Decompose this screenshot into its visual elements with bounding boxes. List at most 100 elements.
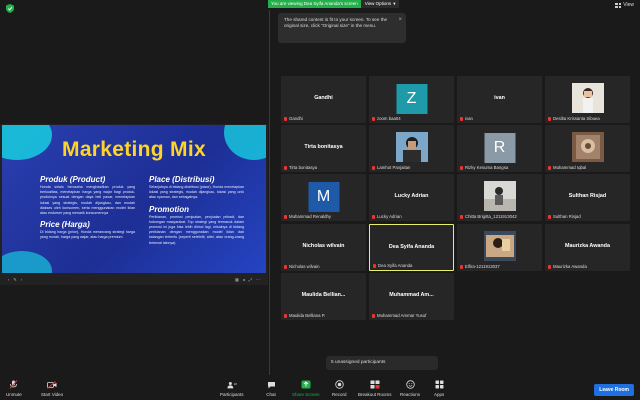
unmute-button[interactable]: Unmute	[6, 380, 22, 397]
participant-tile[interactable]: Lucky Adrian Lucky Adrian	[369, 174, 454, 221]
section-body: Selanjutnya di bidang distribusi (place)…	[149, 185, 244, 200]
close-icon[interactable]: ×	[398, 16, 402, 24]
section-body: Periklanan, promosi penjualan, penjualan…	[149, 214, 244, 245]
participant-tile[interactable]: Nicholas wilvain Nicholas wilvain	[281, 224, 366, 271]
share-screen-button[interactable]: Share Screen	[292, 380, 320, 397]
muted-microphone-icon	[372, 165, 375, 170]
participant-tile[interactable]: Sulthan Risjad Sulthan Risjad	[545, 174, 630, 221]
participant-tile[interactable]: Dea Syifa Ananda Dea Syifa Ananda	[369, 224, 454, 271]
muted-microphone-icon	[548, 264, 551, 269]
shield-icon[interactable]	[6, 4, 14, 13]
participant-name: ivan	[494, 95, 505, 101]
participant-label: Maurizka Awanda	[548, 264, 587, 269]
section-body: Honda selalu berusaha menghasilkan produ…	[40, 185, 135, 216]
participant-label-text: Gandhi	[289, 116, 303, 121]
grid-icon[interactable]: ▦	[235, 277, 239, 282]
breakout-rooms-button[interactable]: Breakout Rooms	[358, 380, 392, 397]
muted-microphone-icon	[284, 313, 287, 318]
chevron-down-icon: ▾	[393, 1, 396, 6]
breakout-rooms-label: Breakout Rooms	[358, 392, 392, 397]
participant-name: Tirta bonitasya	[304, 144, 343, 150]
muted-microphone-icon	[460, 214, 463, 219]
more-icon[interactable]: ⋯	[256, 277, 260, 282]
muted-microphone-icon	[284, 214, 287, 219]
apps-button[interactable]: Apps	[434, 380, 444, 397]
tooltip-text: The shared content is fit to your screen…	[284, 17, 388, 29]
participant-label: ivan	[460, 116, 473, 121]
muted-microphone-icon	[548, 214, 551, 219]
muted-microphone-icon	[460, 165, 463, 170]
muted-microphone-icon	[460, 264, 463, 269]
participant-tile[interactable]: Chitta Brigitta_1211913042	[457, 174, 542, 221]
participant-name: Dea Syifa Ananda	[388, 244, 435, 250]
participant-name: Maulida Bellian...	[301, 292, 346, 298]
share-screen-icon	[301, 380, 311, 389]
section-heading: Price (Harga)	[40, 220, 90, 230]
pen-icon[interactable]: ✎	[13, 277, 16, 282]
slide-title: Marketing Mix	[62, 138, 206, 161]
slide-left-column: Produk (Product) Honda selalu berusaha m…	[40, 175, 135, 245]
participant-label-text: Maulida Belliana P.	[289, 313, 326, 318]
participant-label: Desilta Krissanta Sibuea	[548, 116, 600, 121]
participant-tile[interactable]: Zzoom baa04	[369, 76, 454, 123]
fullscreen-icon[interactable]: ⤢	[249, 277, 252, 282]
participants-button[interactable]: 18 Participants	[220, 380, 244, 397]
participant-label-text: ivan	[465, 116, 473, 121]
participant-label-text: zoom baa04	[377, 116, 401, 121]
participant-tile[interactable]: Maurizka Awanda Maurizka Awanda	[545, 224, 630, 271]
split-divider[interactable]	[269, 10, 270, 375]
speaker-icon[interactable]: ◂	[243, 277, 245, 282]
participant-label-text: Muhammad Ammar Yusuf	[377, 313, 427, 318]
record-button[interactable]: Record	[332, 380, 347, 397]
start-video-label: Start Video	[41, 392, 64, 397]
muted-microphone-icon	[284, 165, 287, 170]
participant-tile[interactable]: R Rizky Kesuma Bangsa	[457, 125, 542, 172]
participant-tile[interactable]: Elfira-1211913037	[457, 224, 542, 271]
muted-microphone-icon	[372, 116, 375, 121]
muted-microphone-icon	[284, 116, 287, 121]
reactions-icon	[405, 380, 415, 389]
unassigned-participants-notice[interactable]: 5 unassigned participants	[326, 356, 438, 370]
next-icon[interactable]: ›	[21, 277, 22, 282]
participant-tile[interactable]: Muhammad Iqbal	[545, 125, 630, 172]
participant-label: Muhammad Iqbal	[548, 165, 586, 170]
participant-tile[interactable]: Maulida Bellian... Maulida Belliana P.	[281, 273, 366, 320]
participant-tile[interactable]: Lamhot Panjaitan	[369, 125, 454, 172]
participant-label-text: Muhammad Iqbal	[553, 165, 587, 170]
chat-button[interactable]: Chat	[266, 380, 276, 397]
participants-icon: 18	[227, 380, 237, 389]
breakout-rooms-icon	[370, 380, 380, 389]
muted-microphone-icon	[284, 264, 287, 269]
participant-tile[interactable]: ivan ivan	[457, 76, 542, 123]
leave-room-button[interactable]: Leave Room	[594, 384, 634, 396]
participant-label: Dea Syifa Ananda	[373, 263, 412, 268]
participant-tile[interactable]: Desilta Krissanta Sibuea	[545, 76, 630, 123]
participant-tile[interactable]: M Muhammad Renaldhy	[281, 174, 366, 221]
muted-microphone-icon	[372, 214, 375, 219]
participant-name: Maurizka Awanda	[565, 243, 610, 249]
participant-label: Muhammad Ammar Yusuf	[372, 313, 426, 318]
participant-label: Tirta bonitasya	[284, 165, 317, 170]
participant-label-text: Lamhot Panjaitan	[377, 165, 411, 170]
start-video-button[interactable]: Start Video	[41, 380, 63, 397]
reactions-button[interactable]: Reactions	[400, 380, 420, 397]
participant-tile[interactable]: Tirta bonitasya Tirta bonitasya	[281, 125, 366, 172]
apps-label: Apps	[434, 392, 445, 397]
zoom-meeting-window: You are viewing Dea Syifa Ananda's scree…	[0, 0, 640, 400]
participant-label: Rizky Kesuma Bangsa	[460, 165, 508, 170]
participant-tile[interactable]: Gandhi Gandhi	[281, 76, 366, 123]
view-button[interactable]: View	[615, 2, 634, 8]
participant-tile[interactable]: Muhammad Am... Muhammad Ammar Yusuf	[369, 273, 454, 320]
fit-to-screen-tooltip: The shared content is fit to your screen…	[278, 13, 406, 43]
participant-name: Lucky Adrian	[394, 193, 429, 199]
participants-label: Participants	[220, 392, 244, 397]
view-options-button[interactable]: View Options ▾	[360, 0, 400, 8]
muted-microphone-icon	[548, 116, 551, 121]
muted-microphone-icon	[548, 165, 551, 170]
previous-icon[interactable]: ‹	[8, 277, 9, 282]
participant-name: Muhammad Am...	[389, 292, 434, 298]
record-icon	[334, 380, 344, 389]
screen-share-banner: You are viewing Dea Syifa Ananda's scree…	[268, 0, 414, 8]
participant-label: Sulthan Risjad	[548, 214, 581, 219]
meeting-toolbar: Unmute Start Video 18 Participants Chat …	[0, 376, 640, 400]
